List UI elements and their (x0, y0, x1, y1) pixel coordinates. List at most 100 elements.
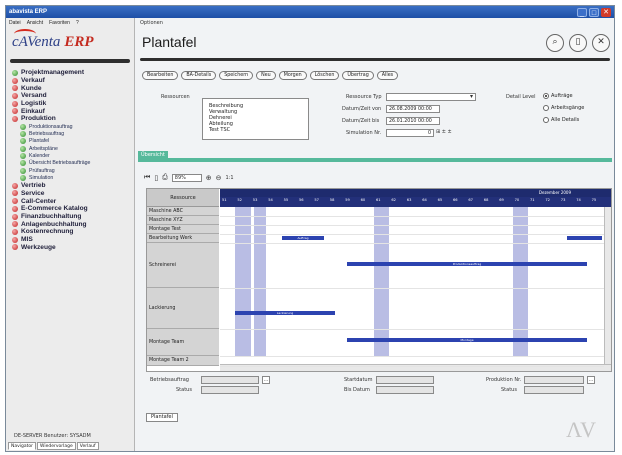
menu-datei[interactable]: Datei (9, 20, 21, 26)
neu-button[interactable]: Neu (256, 71, 276, 80)
resource-row-label[interactable]: Montage Team (147, 329, 219, 356)
sidebar-item-call-center[interactable]: Call-Center (12, 197, 130, 205)
sidebar-subitem-kalender[interactable]: Kalender (12, 152, 130, 160)
sidebar-subitem-simulation[interactable]: Simulation (12, 175, 130, 182)
day-tick-label: 56 (299, 198, 304, 202)
end-date-field[interactable]: 26.01.2010 00:00 (386, 117, 440, 125)
status-field[interactable] (201, 386, 259, 394)
uebertrag-button[interactable]: Übertrag (342, 71, 374, 80)
gantt-bar[interactable]: Lackierung (235, 311, 335, 315)
sidebar-item-projektmanagement[interactable]: Projektmanagement (12, 69, 130, 77)
vertical-scrollbar[interactable] (604, 207, 611, 364)
tab-navigator[interactable]: Navigator (8, 442, 37, 450)
radio-icon (543, 105, 549, 111)
first-page-icon[interactable]: ⏮ (144, 173, 150, 182)
menu-favoriten[interactable]: Favoriten (49, 20, 70, 26)
sidebar-item-ecommerce[interactable]: E-Commerce Katalog (12, 205, 130, 213)
app-window: abavista ERP _ □ ✕ Datei Ansicht Favorit… (5, 5, 615, 452)
tab-plantafel[interactable]: Plantafel (146, 413, 178, 422)
bearbeiten-button[interactable]: Bearbeiten (142, 71, 179, 80)
lookup-icon[interactable]: … (587, 376, 595, 384)
sidebar-item-label: MIS (21, 236, 33, 244)
sidebar-item-finanzbuchhaltung[interactable]: Finanzbuchhaltung (12, 213, 130, 221)
zoom-out-icon[interactable]: ⊖ (216, 174, 222, 182)
gantt-bar[interactable]: Montage (347, 338, 587, 342)
sidebar-subitem-betriebsauftrag[interactable]: Betriebsauftrag (12, 130, 130, 137)
produktion-nr-field[interactable] (524, 376, 584, 384)
sidebar-subitem-arbeitsplaene[interactable]: Arbeitspläne (12, 145, 130, 152)
minimize-icon[interactable]: _ (577, 7, 587, 17)
sidebar-item-produktion[interactable]: Produktion (12, 115, 130, 123)
gantt-bar[interactable]: Produktionsauftrag (347, 262, 587, 266)
chevron-down-icon[interactable]: ▾ (470, 93, 473, 100)
sidebar-item-versand[interactable]: Versand (12, 92, 130, 100)
weekend-column (235, 207, 251, 357)
resource-row-label[interactable]: Montage Team 2 (147, 356, 219, 366)
ba-details-button[interactable]: BA-Details (181, 71, 217, 80)
sidebar-item-werkzeuge[interactable]: Werkzeuge (12, 243, 130, 251)
zoom-select[interactable]: 89% (171, 173, 202, 182)
detail-option-auftraege[interactable]: Aufträge (543, 93, 573, 99)
ressource-typ-select[interactable] (386, 93, 476, 101)
tab-verlauf[interactable]: Verlauf (76, 442, 99, 450)
sidebar-item-verkauf[interactable]: Verkauf (12, 77, 130, 85)
sidebar-item-service[interactable]: Service (12, 190, 130, 198)
resource-row-label[interactable]: Lackierung (147, 288, 219, 329)
day-tick-label: 73 (560, 198, 566, 202)
sidebar-item-vertrieb[interactable]: Vertrieb (12, 182, 130, 190)
document-icon[interactable]: ▯ (569, 34, 587, 52)
resource-row-label[interactable]: Montage Test (147, 225, 219, 234)
sidebar-subitem-plantafel[interactable]: Plantafel (12, 138, 130, 145)
lookup-icon[interactable]: … (262, 376, 270, 384)
close-window-icon[interactable]: ✕ (601, 7, 611, 17)
sidebar-item-einkauf[interactable]: Einkauf (12, 107, 130, 115)
resource-row-label[interactable]: Maschine ABC (147, 207, 219, 216)
resource-row-label[interactable]: Bearbeitung Werk (147, 234, 219, 243)
status2-field[interactable] (524, 386, 584, 394)
morgen-button[interactable]: Morgen (278, 71, 307, 80)
detail-option-alle-details[interactable]: Alle Details (543, 117, 579, 123)
start-date-field[interactable]: 26.08.2009 00:00 (386, 105, 440, 113)
gantt-bar[interactable]: Auftrag (282, 236, 324, 240)
betriebsauftrag-field[interactable] (201, 376, 259, 384)
simulation-field[interactable]: 0 (386, 129, 434, 137)
sidebar-item-mis[interactable]: MIS (12, 236, 130, 244)
search-icon[interactable]: ⌕ (546, 34, 564, 52)
sidebar-item-kostenrechnung[interactable]: Kostenrechnung (12, 228, 130, 236)
sidebar-subitem-label: Prüfauftrag (29, 167, 55, 174)
list-item[interactable]: Test TSC (209, 127, 308, 133)
day-tick-label: 67 (468, 198, 473, 202)
close-icon[interactable]: ✕ (592, 34, 610, 52)
page-icon[interactable]: ▯ (154, 174, 158, 182)
detail-option-arbeitsgaenge[interactable]: Arbeitsgänge (543, 105, 584, 111)
simulation-actions-icon[interactable]: ⊞ ± ± (436, 129, 452, 135)
row-gridline (220, 366, 604, 367)
zoom-in-icon[interactable]: ⊕ (206, 174, 212, 182)
options-menu[interactable]: Optionen (136, 18, 614, 28)
sidebar-subitem-pruefauftrag[interactable]: Prüfauftrag (12, 167, 130, 174)
resource-row-label[interactable]: Maschine XYZ (147, 216, 219, 225)
sidebar-item-anlagenbuchhaltung[interactable]: Anlagenbuchhaltung (12, 220, 130, 228)
maximize-icon[interactable]: □ (589, 7, 599, 17)
zoom-ratio[interactable]: 1:1 (226, 175, 234, 181)
menu-ansicht[interactable]: Ansicht (27, 20, 43, 26)
produktion-nr-label: Produktion Nr. (486, 377, 522, 383)
print-icon[interactable]: ⎙ (162, 173, 168, 182)
tab-wiedervorlage[interactable]: Wiedervorlage (37, 442, 76, 450)
startdatum-field[interactable] (376, 376, 434, 384)
gantt-bar[interactable] (567, 236, 602, 240)
sidebar-item-logistik[interactable]: Logistik (12, 100, 130, 108)
session-status: DE-SERVER Benutzer: SYSADM (14, 433, 91, 439)
sidebar-subitem-produktionsauftrag[interactable]: Produktionsauftrag (12, 123, 130, 130)
ressourcen-list[interactable]: Beschreibung Verwaltung Dehnerei Abteilu… (202, 98, 309, 140)
alles-button[interactable]: Alles (376, 71, 399, 80)
menu-help[interactable]: ? (76, 20, 79, 26)
resource-row-label[interactable]: Schreinerei (147, 243, 219, 288)
speichern-button[interactable]: Speichern (219, 71, 254, 80)
loeschen-button[interactable]: Löschen (309, 71, 340, 80)
sidebar-item-kunde[interactable]: Kunde (12, 84, 130, 92)
bis-datum-field[interactable] (376, 386, 434, 394)
gantt-chart: Ressource Dezember 2009 51 52 53 54 55 56 57 58… (146, 188, 612, 372)
subitem-dot-icon (20, 123, 26, 130)
sidebar-subitem-uebersicht[interactable]: Übersicht Betriebsaufträge (12, 160, 130, 167)
